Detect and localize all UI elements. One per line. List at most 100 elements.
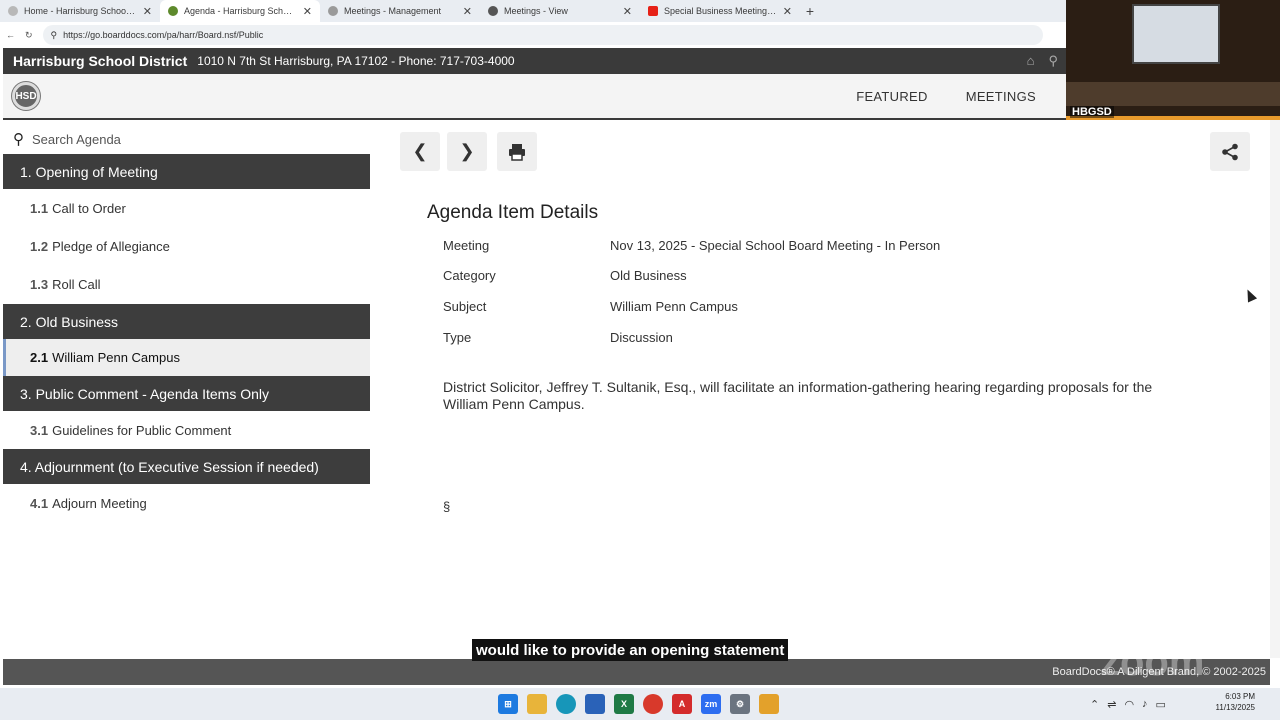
agenda-item-2-1[interactable]: 2.1 William Penn Campus bbox=[3, 339, 370, 376]
site-info-icon[interactable]: ⚲ bbox=[51, 30, 58, 41]
search-icon: ⚲ bbox=[13, 131, 24, 148]
agenda-item-1-1[interactable]: 1.1 Call to Order bbox=[3, 189, 370, 227]
agenda-item-1-3[interactable]: 1.3 Roll Call bbox=[3, 265, 370, 303]
tab-favicon-icon bbox=[488, 6, 498, 16]
reload-icon[interactable]: ↻ bbox=[25, 30, 33, 41]
agenda-section-1[interactable]: 1. Opening of Meeting bbox=[3, 154, 370, 189]
tab-title: Special Business Meeting - YouT bbox=[664, 6, 777, 16]
wifi-icon[interactable]: ◠ bbox=[1124, 698, 1134, 711]
network-icon[interactable]: ⇌ bbox=[1107, 698, 1116, 711]
system-tray: ⌃ ⇌ ◠ ♪ ▭ bbox=[1090, 688, 1166, 720]
share-button[interactable] bbox=[1210, 132, 1250, 171]
windows-start-icon[interactable]: ⊞ bbox=[498, 694, 518, 714]
detail-value-category: Old Business bbox=[610, 268, 687, 283]
tab-title: Meetings - View bbox=[504, 6, 568, 16]
agenda-item-4-1[interactable]: 4.1 Adjourn Meeting bbox=[3, 484, 370, 522]
tab-favicon-icon bbox=[328, 6, 338, 16]
print-button[interactable] bbox=[497, 132, 537, 171]
video-label: HBGSD bbox=[1070, 106, 1114, 118]
board-table bbox=[1066, 82, 1280, 106]
site-header: Harrisburg School District 1010 N 7th St… bbox=[3, 48, 1066, 74]
volume-icon[interactable]: ♪ bbox=[1142, 698, 1148, 710]
url-text: https://go.boarddocs.com/pa/harr/Board.n… bbox=[63, 30, 264, 40]
detail-label-subject: Subject bbox=[443, 299, 487, 314]
projection-screen bbox=[1132, 4, 1220, 64]
site-address: 1010 N 7th St Harrisburg, PA 17102 - Pho… bbox=[197, 54, 515, 68]
agenda-item-label: Adjourn Meeting bbox=[52, 495, 147, 511]
tab-close-icon[interactable]: ✕ bbox=[623, 5, 632, 18]
page-scrollbar[interactable] bbox=[1270, 120, 1280, 658]
chevron-up-icon[interactable]: ⌃ bbox=[1090, 698, 1099, 711]
browser-tab[interactable]: Meetings - Management ✕ bbox=[320, 0, 480, 22]
url-field[interactable]: ⚲ https://go.boarddocs.com/pa/harr/Board… bbox=[42, 25, 1043, 45]
item-description: District Solicitor, Jeffrey T. Sultanik,… bbox=[443, 379, 1153, 412]
acrobat-icon[interactable]: A bbox=[672, 694, 692, 714]
windows-taskbar: ⊞ X A zm ⚙ ⌃ ⇌ ◠ ♪ ▭ 6:03 PM 11/13/2025 bbox=[0, 688, 1280, 720]
detail-label-category: Category bbox=[443, 268, 496, 283]
back-icon[interactable]: ← bbox=[6, 30, 15, 40]
edge-browser-icon[interactable] bbox=[556, 694, 576, 714]
battery-icon[interactable]: ▭ bbox=[1156, 698, 1166, 711]
chrome-icon[interactable] bbox=[643, 694, 663, 714]
tab-title: Agenda - Harrisburg School Distr bbox=[184, 6, 297, 16]
detail-value-meeting: Nov 13, 2025 - Special School Board Meet… bbox=[610, 238, 941, 253]
excel-icon[interactable]: X bbox=[614, 694, 634, 714]
search-icon[interactable]: ⚲ bbox=[1048, 53, 1058, 69]
nav-featured[interactable]: FEATURED bbox=[856, 89, 928, 104]
clock-time: 6:03 PM bbox=[1225, 692, 1255, 701]
printer-icon bbox=[509, 143, 525, 161]
section-symbol: § bbox=[443, 499, 451, 514]
agenda-item-number: 4.1 bbox=[30, 495, 49, 511]
tab-close-icon[interactable]: ✕ bbox=[783, 5, 792, 18]
agenda-item-number: 1.2 bbox=[30, 238, 49, 254]
tab-close-icon[interactable]: ✕ bbox=[463, 5, 472, 18]
agenda-section-3[interactable]: 3. Public Comment - Agenda Items Only bbox=[3, 376, 370, 411]
agenda-section-4[interactable]: 4. Adjournment (to Executive Session if … bbox=[3, 449, 370, 484]
tab-favicon-icon bbox=[8, 6, 18, 16]
file-explorer-icon[interactable] bbox=[527, 694, 547, 714]
agenda-item-1-2[interactable]: 1.2 Pledge of Allegiance bbox=[3, 227, 370, 265]
site-nav: HSD FEATURED MEETINGS bbox=[3, 74, 1066, 120]
home-icon[interactable]: ⌂ bbox=[1027, 53, 1035, 69]
address-bar-row: ← ↻ ⚲ https://go.boarddocs.com/pa/harr/B… bbox=[0, 22, 1066, 48]
agenda-item-3-1[interactable]: 3.1 Guidelines for Public Comment bbox=[3, 411, 370, 449]
agenda-item-number: 3.1 bbox=[30, 422, 49, 438]
tab-favicon-icon bbox=[168, 6, 178, 16]
nav-meetings[interactable]: MEETINGS bbox=[966, 89, 1036, 104]
detail-value-type: Discussion bbox=[610, 330, 673, 345]
agenda-item-label: Guidelines for Public Comment bbox=[52, 422, 232, 438]
details-title: Agenda Item Details bbox=[427, 202, 599, 223]
agenda-item-number: 1.3 bbox=[30, 276, 49, 292]
agenda-section-2[interactable]: 2. Old Business bbox=[3, 304, 370, 339]
chevron-right-icon: ❯ bbox=[459, 141, 475, 161]
browser-tab[interactable]: Home - Harrisburg School Distric ✕ bbox=[0, 0, 160, 22]
previous-item-button[interactable]: ❮ bbox=[400, 132, 440, 171]
search-placeholder: Search Agenda bbox=[32, 131, 121, 147]
detail-label-meeting: Meeting bbox=[443, 238, 490, 253]
browser-tab[interactable]: Meetings - View ✕ bbox=[480, 0, 640, 22]
district-seal-logo[interactable]: HSD bbox=[12, 82, 40, 110]
zoom-icon[interactable]: zm bbox=[701, 694, 721, 714]
agenda-item-label: William Penn Campus bbox=[52, 350, 180, 365]
agenda-item-label: Call to Order bbox=[52, 200, 126, 216]
video-thumbnail: HBGSD bbox=[1066, 0, 1280, 120]
agenda-search[interactable]: ⚲ Search Agenda bbox=[3, 126, 370, 152]
tab-close-icon[interactable]: ✕ bbox=[143, 5, 152, 18]
site-name[interactable]: Harrisburg School District bbox=[13, 53, 187, 69]
tab-close-icon[interactable]: ✕ bbox=[303, 5, 312, 18]
next-item-button[interactable]: ❯ bbox=[447, 132, 487, 171]
tab-title: Meetings - Management bbox=[344, 6, 442, 16]
store-icon[interactable] bbox=[759, 694, 779, 714]
settings-gear-icon[interactable]: ⚙ bbox=[730, 694, 750, 714]
page-footer: BoardDocs® A Diligent Brand, © 2002-2025 bbox=[3, 659, 1270, 685]
agenda-item-label: Pledge of Allegiance bbox=[52, 238, 170, 254]
browser-tab[interactable]: Special Business Meeting - YouT ✕ bbox=[640, 0, 800, 22]
detail-value-subject: William Penn Campus bbox=[610, 299, 738, 314]
agenda-item-number: 1.1 bbox=[30, 200, 49, 216]
browser-tab-active[interactable]: Agenda - Harrisburg School Distr ✕ bbox=[160, 0, 320, 22]
youtube-icon bbox=[648, 6, 658, 16]
new-tab-button[interactable]: + bbox=[800, 3, 820, 19]
taskbar-clock[interactable]: 6:03 PM 11/13/2025 bbox=[1205, 691, 1255, 713]
live-caption: would like to provide an opening stateme… bbox=[472, 639, 789, 661]
app-icon[interactable] bbox=[585, 694, 605, 714]
